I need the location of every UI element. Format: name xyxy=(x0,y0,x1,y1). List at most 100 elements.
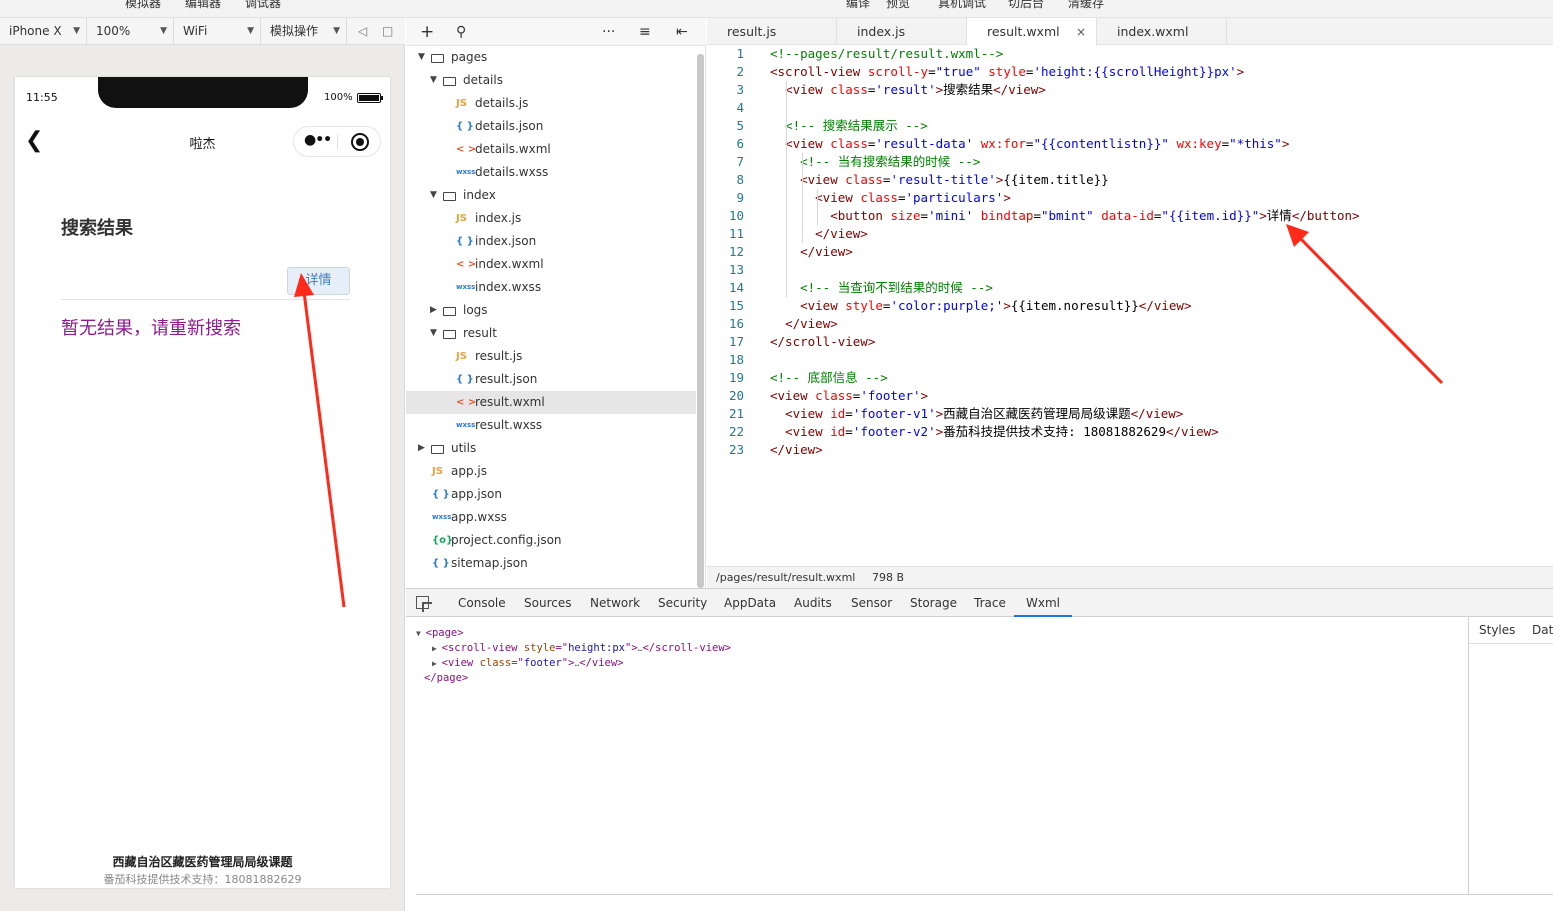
wxml-file-icon: < > xyxy=(456,144,477,155)
tree-file[interactable]: { } app.json xyxy=(406,483,696,506)
menu-debugger[interactable]: 调试器 xyxy=(245,0,281,11)
popout-icon[interactable]: □ xyxy=(382,18,393,45)
wxss-file-icon: wxss xyxy=(456,283,476,291)
devtab-appdata[interactable]: AppData xyxy=(724,589,776,617)
operation-label: 模拟操作 xyxy=(270,24,319,38)
caret-right-icon[interactable]: ▶ xyxy=(432,644,442,653)
tree-folder[interactable]: ▼ details xyxy=(406,69,696,92)
split-icon[interactable]: ⇤ xyxy=(676,18,688,46)
caret-right-icon[interactable]: ▶ xyxy=(432,659,442,668)
devtab-audits[interactable]: Audits xyxy=(794,589,832,617)
tab-styles[interactable]: Styles xyxy=(1479,617,1515,644)
menu-preview[interactable]: 预览 xyxy=(886,0,910,11)
tree-file[interactable]: { } result.json xyxy=(406,368,696,391)
device-select[interactable]: iPhone X ▼ xyxy=(0,18,87,45)
tree-item-label: details xyxy=(463,73,503,87)
devtab-network[interactable]: Network xyxy=(590,589,640,617)
devtab-sensor[interactable]: Sensor xyxy=(851,589,892,617)
tree-item-label: details.wxml xyxy=(475,142,551,156)
code-text: <button size='mini' bindtap="bmint" data… xyxy=(830,208,1360,223)
tree-file[interactable]: { } index.json xyxy=(406,230,696,253)
volume-icon[interactable]: ◁ xyxy=(358,18,367,45)
caret-right-icon[interactable]: ▶ xyxy=(430,299,437,322)
tree-file[interactable]: JS details.js xyxy=(406,92,696,115)
tree-file[interactable]: { } sitemap.json xyxy=(406,552,696,575)
zoom-select[interactable]: 100% ▼ xyxy=(87,18,174,45)
tree-folder[interactable]: ▼ index xyxy=(406,184,696,207)
tree-file[interactable]: < > result.wxml xyxy=(406,391,696,414)
js-file-icon: JS xyxy=(456,351,467,362)
dom-node[interactable]: ▶ <scroll-view style="height:px">…</scro… xyxy=(432,641,731,656)
folder-icon xyxy=(443,307,456,316)
caret-down-icon[interactable]: ▼ xyxy=(418,46,425,69)
tree-folder[interactable]: ▼ pages xyxy=(406,46,696,69)
tree-file[interactable]: JS result.js xyxy=(406,345,696,368)
menu-clear-cache[interactable]: 清缓存 xyxy=(1068,0,1104,11)
tree-folder[interactable]: ▼ result xyxy=(406,322,696,345)
menu-remote-debug[interactable]: 真机调试 xyxy=(938,0,986,11)
close-target-icon[interactable] xyxy=(351,133,369,151)
code-line: 11 </view> xyxy=(707,225,1553,243)
tree-file[interactable]: wxss result.wxss xyxy=(406,414,696,437)
menu-editor[interactable]: 编辑器 xyxy=(185,0,221,11)
tree-item-label: result.js xyxy=(475,349,523,363)
dom-node[interactable]: </page> xyxy=(424,671,468,686)
code-text: <view id='footer-v1'>西藏自治区藏医药管理局局级课题</vi… xyxy=(785,406,1184,421)
dom-node[interactable]: ▼ <page> xyxy=(416,626,464,641)
indent-guide xyxy=(786,81,787,297)
add-icon[interactable]: + xyxy=(420,18,434,46)
caret-right-icon[interactable]: ▶ xyxy=(418,437,425,460)
devtab-sources[interactable]: Sources xyxy=(524,589,571,617)
tree-file[interactable]: {o} project.config.json xyxy=(406,529,696,552)
search-icon[interactable]: ⚲ xyxy=(456,18,466,46)
more-dots-icon[interactable]: ●•• xyxy=(304,132,332,148)
devtab-console[interactable]: Console xyxy=(458,589,506,617)
js-file-icon: JS xyxy=(432,466,443,477)
tree-file[interactable]: wxss index.wxss xyxy=(406,276,696,299)
devtab-wxml[interactable]: Wxml xyxy=(1014,589,1072,617)
scrollbar[interactable] xyxy=(697,54,704,588)
tab-data[interactable]: Data xyxy=(1532,617,1553,644)
caret-down-icon[interactable]: ▼ xyxy=(430,184,437,207)
tree-file[interactable]: < > details.wxml xyxy=(406,138,696,161)
more-icon[interactable]: ··· xyxy=(602,18,615,46)
js-file-icon: JS xyxy=(456,98,467,109)
caret-down-icon[interactable]: ▼ xyxy=(416,629,426,638)
code-line: 19 <!-- 底部信息 --> xyxy=(707,369,1553,387)
inspect-icon[interactable] xyxy=(416,596,429,609)
tree-file[interactable]: wxss app.wxss xyxy=(406,506,696,529)
close-icon[interactable]: × xyxy=(1076,18,1086,46)
tree-file[interactable]: wxss details.wxss xyxy=(406,161,696,184)
collapse-icon[interactable]: ≡ xyxy=(639,18,651,46)
caret-down-icon[interactable]: ▼ xyxy=(430,322,437,345)
file-path: /pages/result/result.wxml xyxy=(716,571,856,584)
tree-file[interactable]: < > index.wxml xyxy=(406,253,696,276)
tree-item-label: index.json xyxy=(475,234,537,248)
tree-folder[interactable]: ▶ logs xyxy=(406,299,696,322)
tree-file[interactable]: JS index.js xyxy=(406,207,696,230)
tab-index-js[interactable]: index.js xyxy=(837,18,967,45)
folder-icon xyxy=(443,77,456,86)
tab-result-js[interactable]: result.js xyxy=(707,18,837,45)
devtab-security[interactable]: Security xyxy=(658,589,707,617)
caret-down-icon[interactable]: ▼ xyxy=(430,69,437,92)
menu-compile[interactable]: 编译 xyxy=(846,0,870,11)
menu-capsule[interactable]: ●•• xyxy=(293,126,381,157)
operation-select[interactable]: 模拟操作 ▼ xyxy=(261,18,347,45)
tab-index-wxml[interactable]: index.wxml xyxy=(1097,18,1227,45)
devtab-trace[interactable]: Trace xyxy=(974,589,1006,617)
dom-node[interactable]: ▶ <view class="footer">…</view> xyxy=(432,656,624,671)
folder-icon xyxy=(431,445,444,454)
menu-background[interactable]: 切后台 xyxy=(1008,0,1044,11)
tree-folder[interactable]: ▶ utils xyxy=(406,437,696,460)
devtab-storage[interactable]: Storage xyxy=(910,589,957,617)
detail-button[interactable]: 详情 xyxy=(287,267,350,295)
tree-file[interactable]: { } details.json xyxy=(406,115,696,138)
line-number: 3 xyxy=(736,82,744,97)
tab-result-wxml[interactable]: result.wxml × xyxy=(967,18,1097,46)
chevron-down-icon: ▼ xyxy=(73,26,80,36)
network-select[interactable]: WiFi ▼ xyxy=(174,18,261,45)
tree-file[interactable]: JS app.js xyxy=(406,460,696,483)
menu-simulator[interactable]: 模拟器 xyxy=(125,0,161,11)
styles-tabs: Styles Data xyxy=(1469,617,1553,644)
